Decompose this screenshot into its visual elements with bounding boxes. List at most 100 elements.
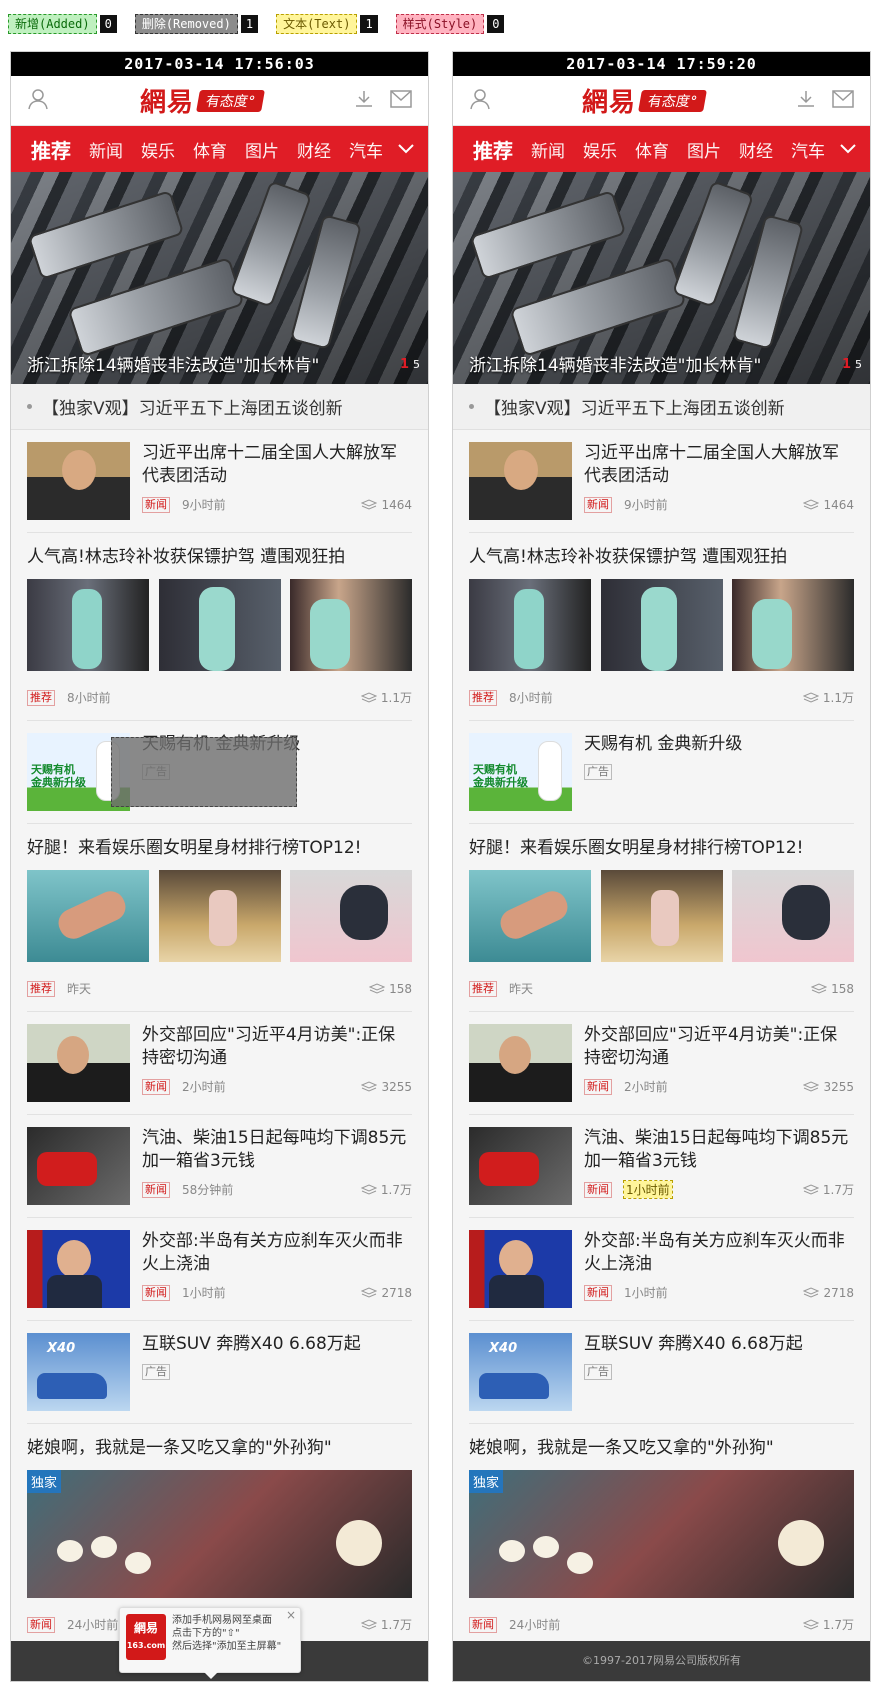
ticker-text: 【独家V观】习近平五下上海团五谈创新 — [484, 399, 785, 419]
nav-tab-recommend[interactable]: 推荐 — [31, 135, 71, 164]
nav-tab-auto[interactable]: 汽车 — [791, 137, 825, 162]
thumbnail-image — [469, 1127, 572, 1205]
ad-item[interactable]: X40 互联SUV 奔腾X40 6.68万起 广告 — [469, 1321, 854, 1424]
list-item[interactable]: 外交部:半岛有关方应刹车灭火而非火上浇油 新闻 1小时前 2718 — [469, 1218, 854, 1321]
list-item[interactable]: 习近平出席十二届全国人大解放军代表团活动 新闻 9小时前 1464 — [469, 430, 854, 533]
headline-ticker[interactable]: 【独家V观】习近平五下上海团五谈创新 — [11, 384, 428, 430]
channel-badge: 推荐 — [27, 980, 55, 997]
item-time: 1小时前 — [623, 1180, 673, 1199]
popup-app-logo: 網易 163.com — [126, 1614, 166, 1660]
ad-image: X40 — [27, 1333, 130, 1411]
headline-ticker[interactable]: 【独家V观】习近平五下上海团五谈创新 — [453, 384, 870, 430]
nav-tab-recommend[interactable]: 推荐 — [473, 135, 513, 164]
thumbnail-image — [27, 1127, 130, 1205]
site-logo[interactable]: 網易 有态度° — [140, 82, 265, 119]
carousel-total: 5 — [855, 358, 862, 371]
feature-image: 独家 — [469, 1470, 854, 1598]
list-item[interactable]: 汽油、柴油15日起每吨均下调85元 加一箱省3元钱 新闻 1小时前 1.7万 — [469, 1115, 854, 1218]
nav-tab-photos[interactable]: 图片 — [245, 137, 279, 162]
item-time: 8小时前 — [67, 691, 111, 705]
comment-count: 2718 — [361, 1286, 412, 1300]
nav-tab-photos[interactable]: 图片 — [687, 137, 721, 162]
ad-badge: 广告 — [584, 764, 612, 780]
item-title: 互联SUV 奔腾X40 6.68万起 — [584, 1334, 803, 1354]
mail-icon[interactable] — [832, 89, 854, 113]
item-title: 好腿！来看娱乐圈女明星身材排行榜TOP12! — [27, 838, 362, 858]
item-time: 24小时前 — [67, 1618, 119, 1632]
item-title: 人气高!林志玲补妆获保镖护驾 遭围观狂拍 — [27, 547, 346, 567]
channel-badge: 新闻 — [584, 1181, 612, 1198]
stack-icon — [803, 1286, 820, 1298]
list-item[interactable]: 外交部回应"习近平4月访美":正保持密切沟通 新闻 2小时前 3255 — [27, 1012, 412, 1115]
add-to-homescreen-popup[interactable]: 網易 163.com 添加手机网易网至桌面 点击下方的"⇧" 然后选择"添加至主屏幕" × — [119, 1607, 301, 1679]
list-item[interactable]: 外交部:半岛有关方应刹车灭火而非火上浇油 新闻 1小时前 2718 — [27, 1218, 412, 1321]
comment-count: 158 — [811, 982, 854, 996]
nav-tab-sports[interactable]: 体育 — [193, 137, 227, 162]
close-icon[interactable]: × — [286, 1608, 296, 1622]
thumbnail-image — [469, 442, 572, 520]
feature-image: 独家 — [27, 1470, 412, 1598]
thumbnail-image — [469, 1230, 572, 1308]
channel-badge: 新闻 — [584, 1284, 612, 1301]
comment-count: 1.7万 — [360, 1181, 412, 1198]
thumbnail-image — [732, 579, 854, 671]
stack-icon — [369, 982, 386, 994]
thumbnail-image — [27, 870, 149, 962]
ad-badge: 广告 — [584, 1364, 612, 1380]
ad-image: X40 — [469, 1333, 572, 1411]
user-icon[interactable] — [469, 88, 491, 114]
chevron-down-icon[interactable] — [384, 126, 428, 172]
top-bar: 網易 有态度° — [453, 76, 870, 126]
site-logo[interactable]: 網易 有态度° — [582, 82, 707, 119]
item-time: 9小时前 — [624, 498, 668, 512]
stack-icon — [811, 982, 828, 994]
thumbnail-image — [290, 579, 412, 671]
user-icon[interactable] — [27, 88, 49, 114]
item-title: 好腿！来看娱乐圈女明星身材排行榜TOP12! — [469, 838, 804, 858]
nav-tab-auto[interactable]: 汽车 — [349, 137, 383, 162]
hero-carousel[interactable]: 浙江拆除14辆婚丧非法改造"加长林肯" 15 — [11, 172, 428, 384]
ad-item[interactable]: 天赐有机金典新升级 天赐有机 金典新升级 广告 — [27, 721, 412, 824]
download-icon[interactable] — [796, 89, 816, 113]
mail-icon[interactable] — [390, 89, 412, 113]
hero-caption[interactable]: 浙江拆除14辆婚丧非法改造"加长林肯" — [27, 351, 319, 376]
list-item[interactable]: 好腿！来看娱乐圈女明星身材排行榜TOP12! 推荐 昨天 158 — [469, 824, 854, 1012]
chevron-down-icon[interactable] — [826, 126, 870, 172]
page-footer: ©1997-2017网易公司版权所有 — [453, 1641, 870, 1681]
list-item[interactable]: 人气高!林志玲补妆获保镖护驾 遭围观狂拍 推荐 8小时前 1.1万 — [469, 533, 854, 721]
hero-caption[interactable]: 浙江拆除14辆婚丧非法改造"加长林肯" — [469, 351, 761, 376]
list-item[interactable]: 习近平出席十二届全国人大解放军代表团活动 新闻 9小时前 1464 — [27, 430, 412, 533]
ad-item[interactable]: 天赐有机金典新升级 天赐有机 金典新升级 广告 — [469, 721, 854, 824]
channel-badge: 新闻 — [142, 1078, 170, 1095]
nav-tab-entertainment[interactable]: 娱乐 — [141, 137, 175, 162]
pane-before: 2017-03-14 17:56:03 網易 有态度° 推荐 新闻 娱乐 体育 … — [10, 51, 429, 1682]
thumbnail-image — [158, 870, 281, 962]
list-item[interactable]: 人气高!林志玲补妆获保镖护驾 遭围观狂拍 推荐 8小时前 1.1万 — [27, 533, 412, 721]
nav-tab-sports[interactable]: 体育 — [635, 137, 669, 162]
thumbnail-image — [732, 870, 854, 962]
stack-icon — [803, 1080, 820, 1092]
list-item[interactable]: 外交部回应"习近平4月访美":正保持密切沟通 新闻 2小时前 3255 — [469, 1012, 854, 1115]
download-icon[interactable] — [354, 89, 374, 113]
item-title: 外交部:半岛有关方应刹车灭火而非火上浇油 — [142, 1231, 403, 1274]
list-item[interactable]: 姥娘啊，我就是一条又吃又拿的"外孙狗" 独家 新闻 24小时前 1.7万 — [469, 1424, 854, 1647]
nav-tab-finance[interactable]: 财经 — [297, 137, 331, 162]
stack-icon — [360, 691, 377, 703]
hero-carousel[interactable]: 浙江拆除14辆婚丧非法改造"加长林肯" 15 — [453, 172, 870, 384]
comment-count: 3255 — [361, 1080, 412, 1094]
list-item[interactable]: 汽油、柴油15日起每吨均下调85元 加一箱省3元钱 新闻 58分钟前 1.7万 — [27, 1115, 412, 1218]
thumbnail-image — [290, 870, 412, 962]
thumbnail-image — [27, 1230, 130, 1308]
channel-badge: 新闻 — [142, 1284, 170, 1301]
nav-tab-news[interactable]: 新闻 — [531, 137, 565, 162]
nav-tab-finance[interactable]: 财经 — [739, 137, 773, 162]
thumbnail-image — [600, 579, 723, 671]
list-item[interactable]: 好腿！来看娱乐圈女明星身材排行榜TOP12! 推荐 昨天 158 — [27, 824, 412, 1012]
item-title: 外交部回应"习近平4月访美":正保持密切沟通 — [584, 1025, 838, 1068]
ad-item[interactable]: X40 互联SUV 奔腾X40 6.68万起 广告 — [27, 1321, 412, 1424]
nav-tab-news[interactable]: 新闻 — [89, 137, 123, 162]
logo-slogan: 有态度° — [638, 89, 707, 112]
nav-tab-entertainment[interactable]: 娱乐 — [583, 137, 617, 162]
item-time: 1小时前 — [182, 1286, 226, 1300]
carousel-current: 1 — [399, 357, 409, 372]
